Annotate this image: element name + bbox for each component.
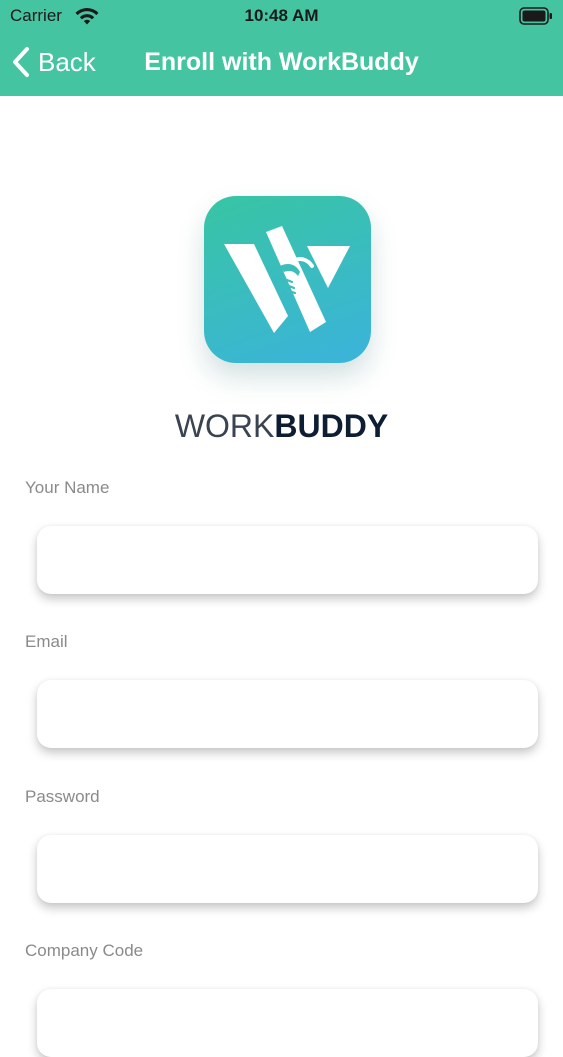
company-code-input[interactable] [37, 989, 538, 1057]
your-name-field [37, 526, 538, 594]
workbuddy-logo-icon [224, 226, 350, 333]
brand-name-light: WORK [174, 408, 275, 444]
company-code-field [37, 989, 538, 1057]
navigation-bar: Back Enroll with WorkBuddy [0, 32, 563, 96]
email-input[interactable] [37, 680, 538, 748]
company-code-label: Company Code [25, 941, 144, 960]
battery-icon [519, 7, 552, 25]
status-bar: Carrier 10:48 AM [0, 0, 563, 32]
header-bar: Carrier 10:48 AM Back Enroll with WorkBu… [0, 0, 563, 96]
your-name-input[interactable] [37, 526, 538, 594]
email-label: Email [25, 632, 68, 651]
brand-wordmark: WORKBUDDY [0, 408, 563, 445]
email-field [37, 680, 538, 748]
page-title: Enroll with WorkBuddy [144, 48, 419, 76]
password-label: Password [25, 787, 100, 806]
password-field [37, 835, 538, 903]
password-input[interactable] [37, 835, 538, 903]
app-logo [204, 196, 371, 363]
brand-name-bold: BUDDY [274, 408, 389, 444]
status-time: 10:48 AM [244, 6, 319, 25]
your-name-label: Your Name [25, 478, 110, 497]
